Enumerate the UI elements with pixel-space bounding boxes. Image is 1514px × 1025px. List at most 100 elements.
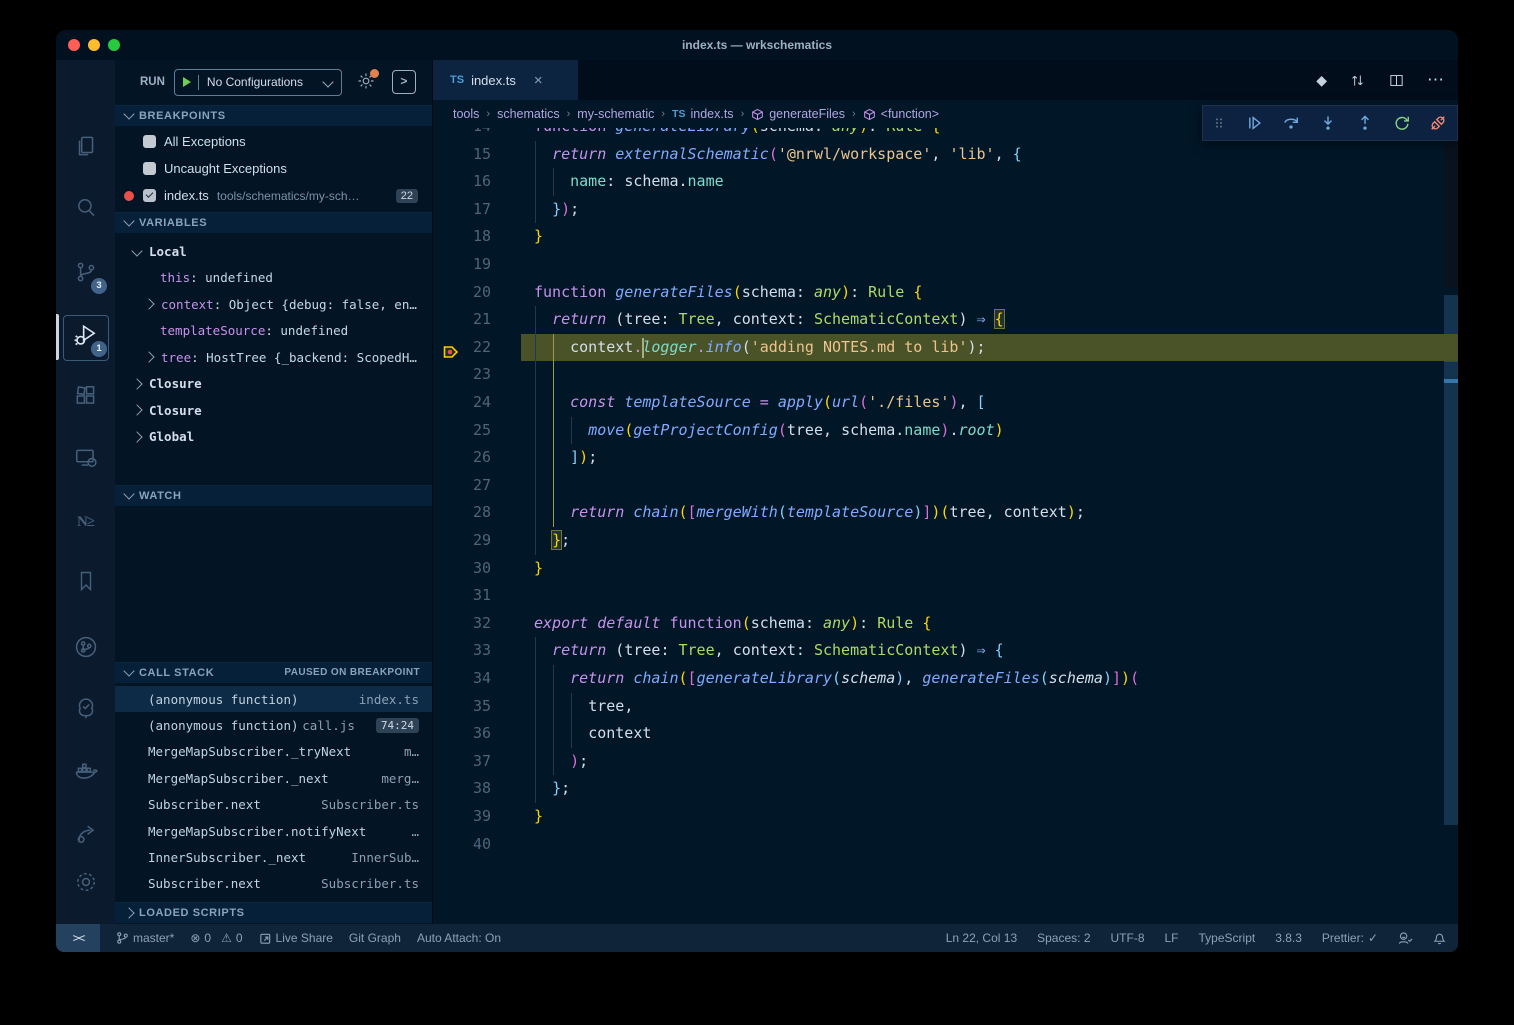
editor-action-more-actions[interactable]: ⋯ [1427, 70, 1444, 90]
breadcrumb-item-function[interactable]: <function> [863, 107, 939, 121]
code-line-39: 39} [433, 803, 1458, 831]
activity-item-test-explorer[interactable] [56, 686, 115, 734]
activity-item-run-and-debug[interactable]: 1 [56, 313, 115, 361]
auto-attach-status[interactable]: Auto Attach: On [417, 931, 501, 945]
badge: 3 [91, 278, 107, 294]
callstack-frame[interactable]: Subscriber.nextSubscriber.ts [115, 871, 432, 897]
callstack-frame[interactable]: MergeMapSubscriber.notifyNext… [115, 818, 432, 844]
line-number: 31 [433, 582, 491, 610]
launch-configuration-dropdown[interactable]: No Configurations [174, 69, 342, 96]
cursor-position-status[interactable]: Ln 22, Col 13 [946, 931, 1017, 945]
chevron-right-icon [131, 431, 142, 442]
breakpoints-section-header[interactable]: BREAKPOINTS [115, 105, 432, 126]
callstack-section-header[interactable]: CALL STACK PAUSED ON BREAKPOINT [115, 662, 432, 683]
breadcrumb-item-tools[interactable]: tools [453, 107, 479, 121]
code-line-30: 30} [433, 555, 1458, 583]
breadcrumb-item-schematics[interactable]: schematics [497, 107, 560, 121]
breakpoint-row[interactable]: All Exceptions [115, 128, 432, 155]
debug-continue-button[interactable] [1244, 113, 1264, 133]
activity-item-settings[interactable] [56, 860, 115, 908]
eol-status[interactable]: LF [1165, 931, 1179, 945]
callstack-frame[interactable]: Subscriber.nextSubscriber.ts [115, 792, 432, 818]
git-branch-icon [116, 931, 129, 945]
debug-restart-button[interactable] [1392, 113, 1412, 133]
line-number: 32 [433, 610, 491, 638]
callstack-frame[interactable]: (anonymous function)call.js74:24 [115, 712, 432, 738]
variables-section-header[interactable]: VARIABLES [115, 212, 432, 233]
breakpoint-checkbox[interactable] [143, 162, 156, 175]
feedback-smiley-icon [1398, 931, 1413, 945]
breakpoint-row[interactable]: Uncaught Exceptions [115, 155, 432, 182]
watch-section-header[interactable]: WATCH [115, 485, 432, 506]
explorer-icon [73, 133, 99, 164]
bell-icon [1433, 931, 1446, 945]
close-tab-icon[interactable]: × [534, 72, 543, 89]
paused-on-breakpoint-status: PAUSED ON BREAKPOINT [284, 663, 420, 683]
callstack-frame[interactable]: InnerSubscriber._nextInnerSub… [115, 844, 432, 870]
feedback-button[interactable] [1398, 931, 1413, 945]
scope-local[interactable]: Local [115, 238, 432, 265]
breakpoint-checkbox[interactable] [143, 189, 156, 202]
typescript-version-status[interactable]: 3.8.3 [1275, 931, 1302, 945]
remote-indicator[interactable]: >< [56, 924, 100, 952]
breadcrumb-separator: › [741, 108, 745, 120]
editor-action-gitlens[interactable]: ◆ [1316, 72, 1327, 89]
breadcrumb-item-index.ts[interactable]: TSindex.ts [672, 107, 734, 121]
breadcrumb-separator: › [567, 108, 571, 120]
prettier-status[interactable]: Prettier:✓ [1322, 931, 1378, 945]
problems-status[interactable]: ⊗0 ⚠0 [190, 931, 242, 945]
git-graph-button[interactable]: Git Graph [349, 931, 401, 945]
code-line-15: 15 return externalSchematic('@nrwl/works… [433, 141, 1458, 169]
breadcrumb-item-generateFiles[interactable]: generateFiles [751, 107, 845, 121]
editor-action-compare-changes[interactable] [1349, 72, 1366, 89]
live-share-button[interactable]: Live Share [259, 931, 333, 945]
error-icon: ⊗ [190, 931, 200, 945]
scope-closure[interactable]: Closure [115, 397, 432, 424]
code-line-16: 16 name: schema.name [433, 168, 1458, 196]
debug-toolbar [1202, 105, 1458, 141]
debug-step-into-button[interactable] [1318, 113, 1338, 133]
debug-step-over-button[interactable] [1281, 113, 1301, 133]
callstack-frame[interactable]: MergeMapSubscriber._tryNextm… [115, 739, 432, 765]
code-line-32: 32export default function(schema: any): … [433, 610, 1458, 638]
loaded-scripts-section-header[interactable]: LOADED SCRIPTS [115, 902, 432, 923]
typescript-file-icon: TS [450, 74, 464, 86]
code-line-17: 17 }); [433, 196, 1458, 224]
variable-tree[interactable]: tree: HostTree {_backend: ScopedH… [115, 344, 432, 371]
activity-item-explorer[interactable] [56, 124, 115, 172]
variable-templateSource[interactable]: templateSource: undefined [115, 318, 432, 345]
tab-index-ts[interactable]: TS index.ts × [433, 60, 578, 100]
notifications-button[interactable] [1433, 931, 1446, 945]
encoding-status[interactable]: UTF-8 [1111, 931, 1145, 945]
activity-item-extensions[interactable] [56, 374, 115, 422]
activity-item-remote-explorer[interactable] [56, 436, 115, 484]
variable-this[interactable]: this: undefined [115, 265, 432, 292]
configure-gear-button[interactable] [356, 71, 376, 94]
indentation-status[interactable]: Spaces: 2 [1037, 931, 1090, 945]
breakpoint-row[interactable]: index.tstools/schematics/my-sch…22 [115, 182, 432, 209]
scope-closure[interactable]: Closure [115, 371, 432, 398]
start-debug-icon[interactable] [183, 77, 191, 87]
breadcrumb-item-my-schematic[interactable]: my-schematic [577, 107, 654, 121]
activity-item-search[interactable] [56, 186, 115, 234]
variable-context[interactable]: context: Object {debug: false, en… [115, 291, 432, 318]
language-mode-status[interactable]: TypeScript [1199, 931, 1256, 945]
debug-disconnect-button[interactable] [1428, 113, 1448, 133]
activity-item-git-graph[interactable] [56, 625, 115, 673]
open-debug-console-button[interactable]: > [392, 70, 416, 94]
activity-item-source-control[interactable]: 3 [56, 250, 115, 298]
activity-item-live-share[interactable] [56, 812, 115, 860]
git-branch-status[interactable]: master* [116, 931, 174, 945]
code-editor[interactable]: 14function generateLibrary(schema: any):… [433, 128, 1458, 924]
callstack-frame[interactable]: (anonymous function)index.ts [115, 686, 432, 712]
activity-item-bookmarks[interactable] [56, 559, 115, 607]
scope-global[interactable]: Global [115, 424, 432, 451]
code-line-38: 38 }; [433, 775, 1458, 803]
breakpoint-checkbox[interactable] [143, 135, 156, 148]
activity-item-docker[interactable] [56, 749, 115, 797]
activity-item-nx-console[interactable]: N≥ [56, 498, 115, 546]
callstack-frame[interactable]: MergeMapSubscriber._nextmerg… [115, 765, 432, 791]
chevron-down-icon [123, 108, 134, 119]
editor-action-split-editor[interactable] [1388, 72, 1405, 89]
debug-step-out-button[interactable] [1355, 113, 1375, 133]
